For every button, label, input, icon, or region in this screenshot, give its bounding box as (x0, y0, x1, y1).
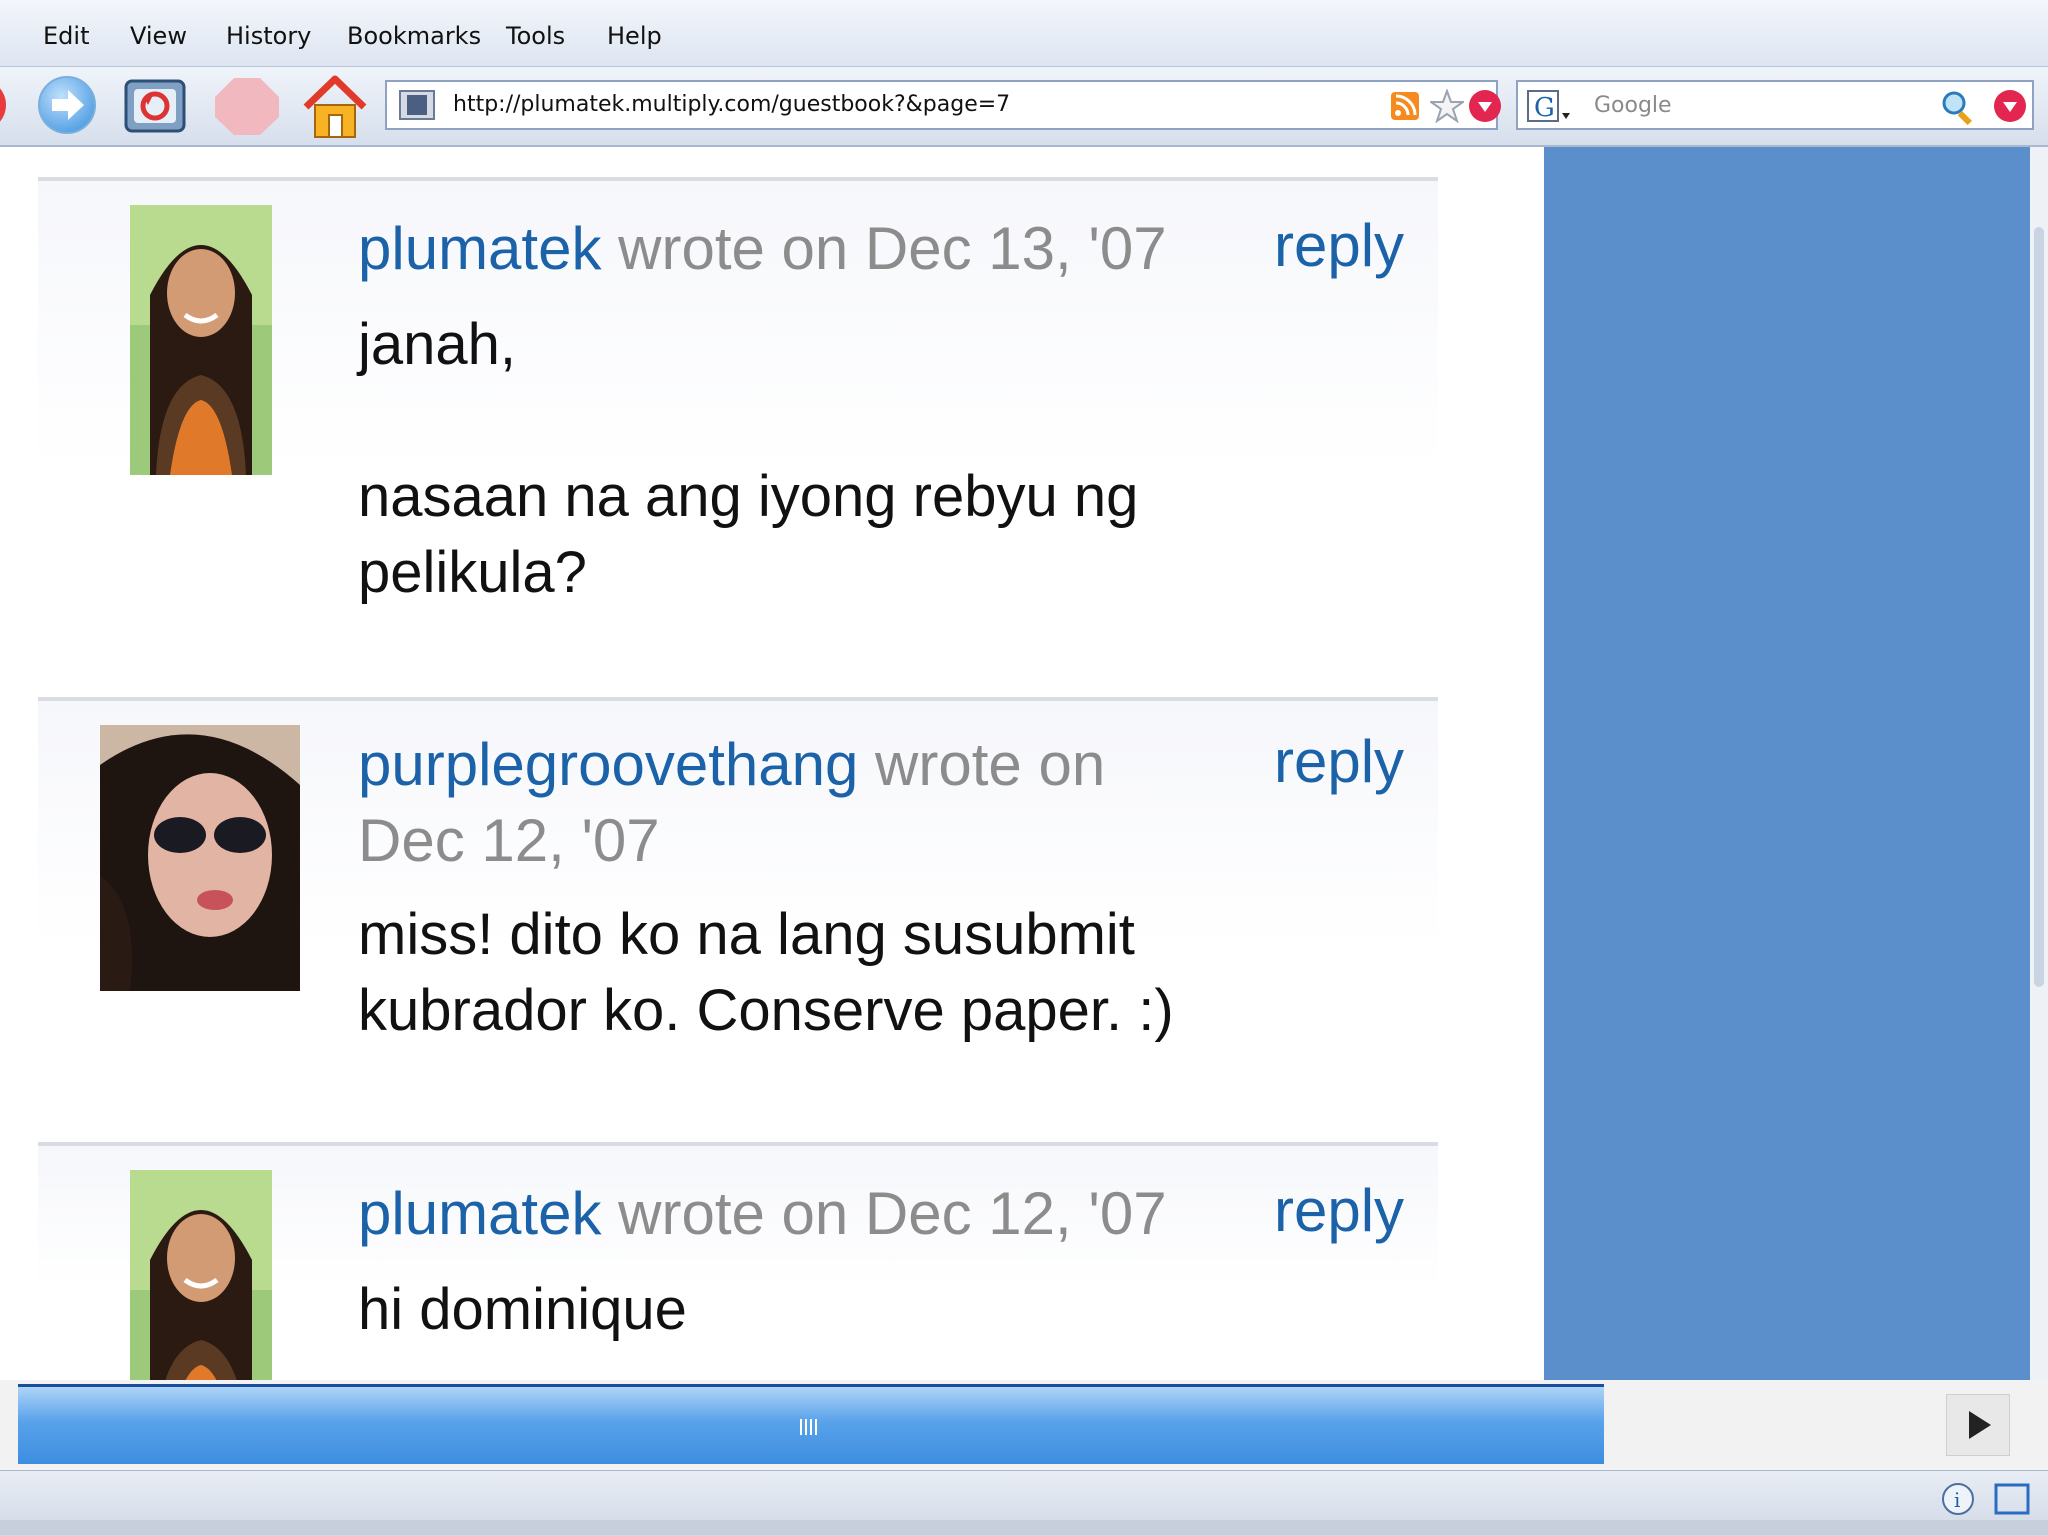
entry-meta: wrote on Dec 13, '07 (601, 215, 1167, 282)
entry-header: purplegroovethang wrote on Dec 12, '07 (358, 727, 1218, 879)
dropdown-icon[interactable] (1992, 88, 2028, 124)
forward-button[interactable] (34, 75, 100, 139)
side-panel (1544, 147, 2030, 1380)
reload-button[interactable] (122, 75, 188, 139)
url-bar[interactable]: http://plumatek.multiply.com/guestbook?&… (385, 80, 1501, 130)
rss-icon[interactable] (1390, 91, 1420, 121)
menu-help[interactable]: Help (607, 22, 662, 50)
vertical-scroll-thumb[interactable] (2034, 227, 2044, 987)
reload-icon (124, 79, 186, 133)
reply-link[interactable]: reply (1274, 1176, 1404, 1245)
svg-text:i: i (1954, 1488, 1960, 1512)
avatar[interactable] (130, 205, 272, 475)
google-icon[interactable]: G (1526, 89, 1572, 125)
grip-icon (800, 1419, 818, 1435)
entry-body: hi dominique (358, 1277, 687, 1342)
reply-link[interactable]: reply (1274, 727, 1404, 796)
home-icon (303, 75, 367, 138)
svg-text:G: G (1534, 93, 1555, 123)
menu-history[interactable]: History (226, 22, 311, 50)
vertical-scrollbar[interactable] (2030, 147, 2048, 1380)
dropdown-icon[interactable] (1467, 88, 1503, 124)
menu-tools[interactable]: Tools (506, 22, 565, 50)
guestbook-entry: purplegroovethang wrote on Dec 12, '07 r… (38, 697, 1438, 1146)
back-button[interactable] (0, 75, 12, 139)
home-button[interactable] (300, 75, 370, 143)
guestbook-entry: plumatek wrote on Dec 13, '07 reply jana… (38, 177, 1438, 701)
page-content: plumatek wrote on Dec 13, '07 reply jana… (0, 147, 2048, 1380)
entry-header: plumatek wrote on Dec 13, '07 (358, 211, 1218, 287)
menu-bookmarks[interactable]: Bookmarks (347, 22, 481, 50)
taskbar-strip (0, 1520, 2048, 1535)
arrow-right-icon (1969, 1411, 1991, 1439)
menu-edit[interactable]: Edit (43, 22, 89, 50)
avatar[interactable] (130, 1170, 272, 1380)
entry-meta: wrote on Dec 12, '07 (601, 1180, 1167, 1247)
guestbook-entry: plumatek wrote on Dec 12, '07 reply hi d… (38, 1142, 1438, 1380)
menu-bar: Edit View History Bookmarks Tools Help (0, 0, 2048, 67)
entry-body: janah, nasaan na ang iyong rebyu ng peli… (358, 312, 1139, 605)
window-icon[interactable] (1994, 1483, 2030, 1515)
reply-link[interactable]: reply (1274, 211, 1404, 280)
entry-body: miss! dito ko na lang susubmit kubrador … (358, 902, 1174, 1043)
author-link[interactable]: purplegroovethang (358, 731, 858, 798)
bookmark-star-icon[interactable] (1430, 89, 1464, 123)
search-icon[interactable] (1940, 89, 1978, 125)
horizontal-scrollbar[interactable] (0, 1380, 2048, 1470)
info-icon[interactable]: i (1940, 1481, 1976, 1517)
menu-view[interactable]: View (130, 22, 187, 50)
forward-icon (38, 76, 96, 134)
search-bar[interactable]: G Google (1516, 80, 2034, 130)
url-text[interactable]: http://plumatek.multiply.com/guestbook?&… (453, 92, 1010, 117)
stop-icon (215, 78, 279, 135)
entry-header: plumatek wrote on Dec 12, '07 (358, 1176, 1218, 1252)
back-icon (0, 88, 6, 122)
scroll-right-button[interactable] (1946, 1394, 2010, 1456)
stop-button[interactable] (212, 75, 282, 141)
horizontal-scroll-thumb[interactable] (18, 1384, 1604, 1464)
author-link[interactable]: plumatek (358, 215, 601, 282)
navigation-toolbar: http://plumatek.multiply.com/guestbook?&… (0, 67, 2048, 147)
author-link[interactable]: plumatek (358, 1180, 601, 1247)
avatar[interactable] (100, 725, 300, 991)
site-identity-icon (399, 90, 435, 120)
search-input[interactable]: Google (1594, 93, 1672, 118)
